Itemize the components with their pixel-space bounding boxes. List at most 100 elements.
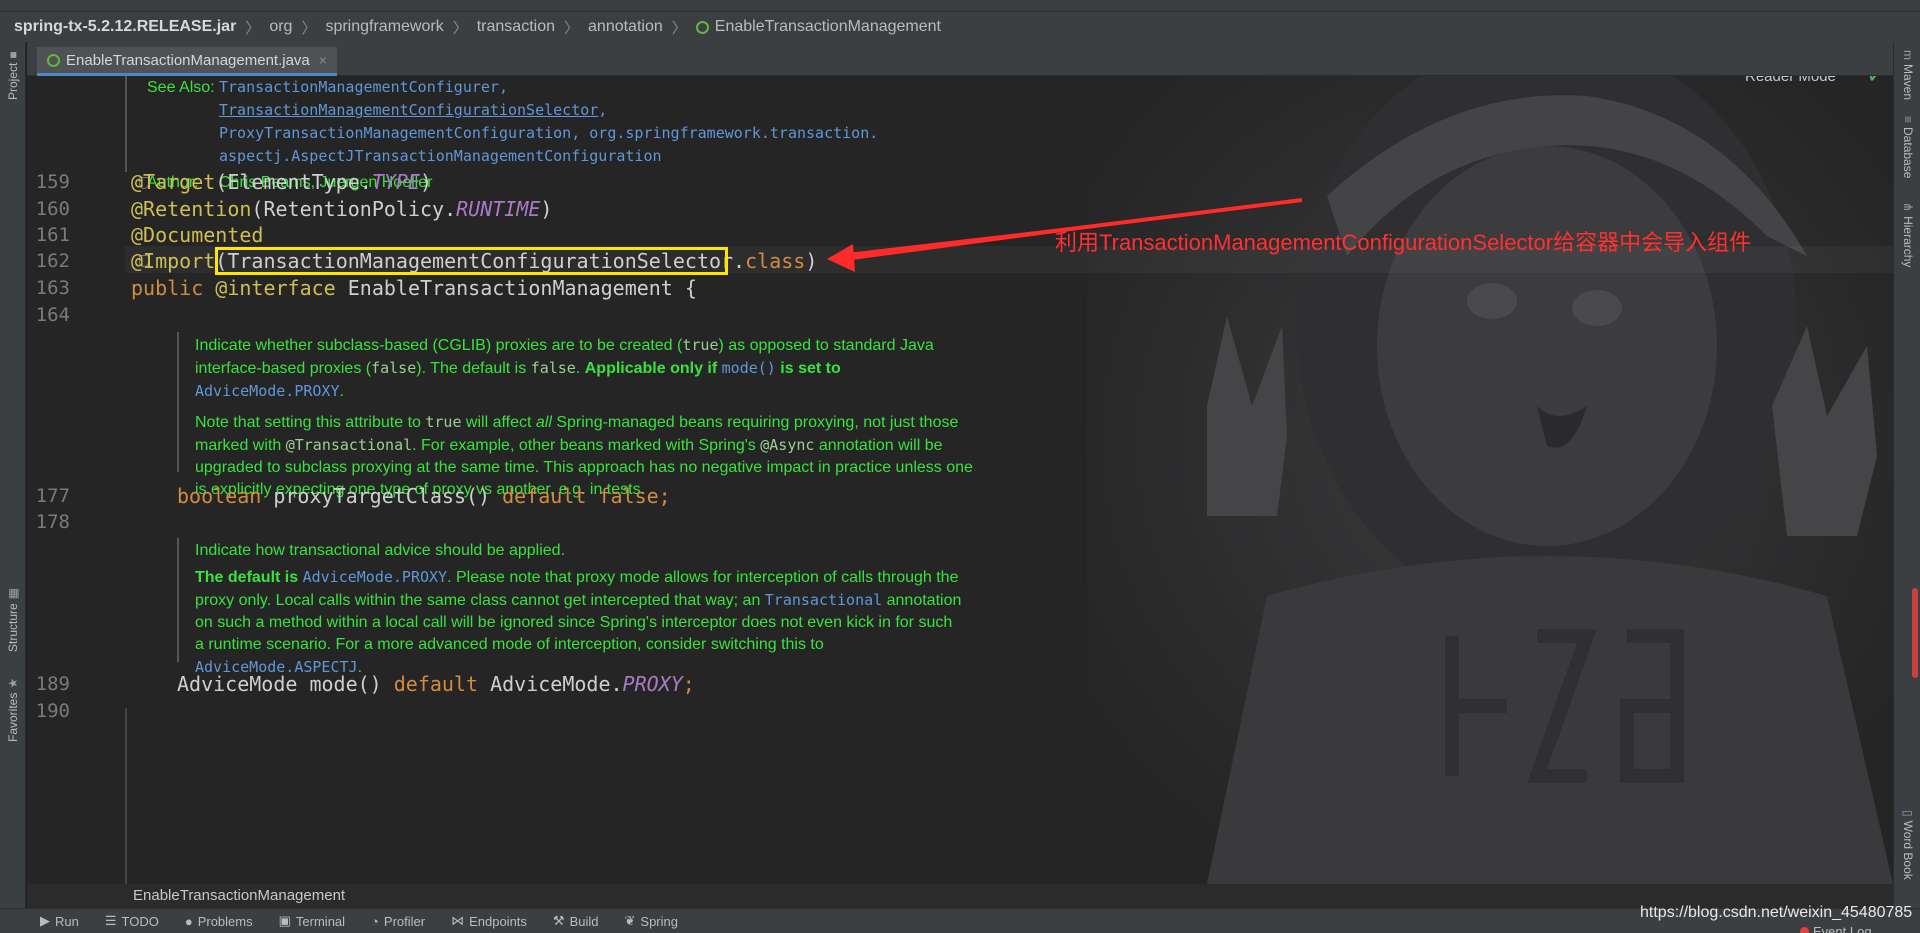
doc-code: true (682, 336, 719, 354)
doc-text: ). The default is (416, 360, 531, 377)
breadcrumb-jar[interactable]: spring-tx-5.2.12.RELEASE.jar (14, 18, 236, 36)
breadcrumb: spring-tx-5.2.12.RELEASE.jar 〉 org 〉 spr… (0, 12, 1920, 42)
breadcrumb-springframework[interactable]: springframework (325, 18, 443, 36)
doc-text: Note that setting this attribute to (195, 414, 426, 431)
list-icon: ☰ (104, 913, 117, 928)
doc-divider (177, 538, 179, 662)
play-icon: ▶ (40, 913, 50, 928)
doc-link[interactable]: AdviceMode.PROXY (195, 382, 340, 400)
code-token: AdviceMode mode() (177, 672, 394, 696)
breadcrumb-org[interactable]: org (269, 18, 292, 36)
doc-text: . For example, other beans marked with S… (412, 437, 761, 454)
doc-italic: all (535, 414, 552, 431)
spring-tab-label: Spring (640, 913, 678, 929)
doc-bold: Applicable only if (584, 360, 722, 377)
doc-code: @Transactional (285, 436, 413, 454)
structure-tool-tab[interactable]: Structure ▦ (6, 588, 20, 652)
doc-paragraph: Indicate how transactional advice should… (195, 542, 566, 559)
terminal-tab[interactable]: ▣ Terminal (279, 913, 345, 929)
top-toolbar (0, 0, 1920, 12)
doc-link[interactable]: AdviceMode.PROXY (303, 568, 448, 586)
profiler-tab-label: Profiler (383, 913, 426, 929)
code-line-177: boolean proxyTargetClass() default false… (177, 484, 671, 508)
scrollbar-thumb[interactable] (1912, 588, 1918, 678)
hierarchy-tool-tab[interactable]: ⋔ Hierarchy (1901, 202, 1915, 267)
endpoints-icon: ⋈ (451, 913, 465, 928)
close-icon[interactable]: × (319, 52, 327, 68)
tab-title: EnableTransactionManagement.java (66, 51, 310, 69)
doc-bold: The default is (195, 569, 303, 586)
code-token: ; (682, 672, 695, 696)
build-tab-label: Build (569, 913, 599, 929)
doc-code: @Async (760, 436, 815, 454)
left-tool-strip: Project ■ Structure ▦ Favorites ★ (0, 42, 26, 908)
chevron-right-icon: 〉 (452, 19, 468, 37)
code-token: ; (658, 484, 671, 508)
doc-bold: is set to (775, 360, 841, 377)
doc-divider (177, 332, 179, 472)
breadcrumb-annotation[interactable]: annotation (588, 18, 663, 36)
event-log-label: Event Log (1813, 924, 1872, 933)
hammer-icon: ⚒ (552, 913, 565, 928)
tab-enable-transaction-management[interactable]: EnableTransactionManagement.java × (37, 47, 337, 76)
favorites-tool-tab[interactable]: Favorites ★ (6, 678, 20, 742)
doc-paragraph: The default is AdviceMode.PROXY. Please … (195, 566, 965, 679)
doc-link[interactable]: Transactional (765, 591, 882, 609)
annotation-type-icon (47, 53, 60, 67)
database-tool-tab[interactable]: ≡ Database (1901, 116, 1915, 178)
leaf-icon: ❦ (624, 913, 636, 928)
structure-tab-label: Structure (6, 603, 20, 652)
maven-tool-tab[interactable]: m Maven (1901, 50, 1915, 100)
star-icon: ★ (6, 677, 20, 689)
profiler-tab[interactable]: ◔ Profiler (371, 914, 425, 929)
doc-code: false (371, 359, 417, 377)
todo-tab[interactable]: ☰ TODO (105, 913, 159, 929)
breadcrumb-class[interactable]: EnableTransactionManagement (715, 18, 941, 36)
editor-tab-bar: EnableTransactionManagement.java × (27, 42, 1893, 76)
annotation-type-icon (695, 20, 709, 34)
todo-tab-label: TODO (121, 913, 159, 929)
project-tab-label: Project (6, 62, 20, 100)
code-token: AdviceMode. (478, 672, 623, 696)
endpoints-tab[interactable]: ⋈ Endpoints (451, 913, 527, 929)
problems-tab-label: Problems (197, 913, 253, 929)
keyword-token: default false (502, 484, 659, 508)
chevron-right-icon: 〉 (301, 19, 317, 37)
profiler-icon: ◔ (371, 913, 379, 929)
callout-annotation: 利用TransactionManagementConfigurationSele… (1055, 230, 1752, 255)
event-log-tab[interactable]: Event Log (1800, 924, 1872, 933)
watermark: https://blog.csdn.net/weixin_45480785 (1640, 904, 1913, 921)
footer-crumb-class[interactable]: EnableTransactionManagement (133, 887, 345, 904)
breadcrumb-transaction[interactable]: transaction (477, 18, 555, 36)
error-badge-icon (1800, 927, 1809, 933)
code-line-189: AdviceMode mode() default AdviceMode.PRO… (177, 672, 695, 696)
constant-token: PROXY (622, 672, 683, 696)
database-tab-label: Database (1901, 127, 1915, 179)
doc-divider (125, 708, 127, 884)
doc-code: false (530, 359, 576, 377)
code-token: proxyTargetClass() (261, 484, 503, 508)
database-icon: ≡ (1901, 116, 1915, 124)
run-tab-label: Run (55, 913, 79, 929)
code-editor[interactable]: See Also: TransactionManagementConfigurer… (27, 76, 1893, 884)
doc-proxy-target-class: Indicate whether subclass-based (CGLIB) … (195, 334, 985, 501)
maven-icon: m (1901, 50, 1915, 60)
spring-tab[interactable]: ❦ Spring (625, 913, 678, 929)
editor-breadcrumb-footer: EnableTransactionManagement (27, 884, 1893, 908)
doc-text: . (575, 360, 585, 377)
doc-paragraph: Indicate whether subclass-based (CGLIB) … (195, 334, 985, 403)
problems-tab[interactable]: ● Problems (185, 914, 253, 929)
endpoints-tab-label: Endpoints (469, 913, 527, 929)
run-tab[interactable]: ▶ Run (40, 913, 79, 929)
book-icon: ▯ (1901, 810, 1915, 817)
project-tool-tab[interactable]: Project ■ (6, 51, 20, 100)
word-book-tool-tab[interactable]: ▯ Word Book (1901, 810, 1915, 880)
doc-link[interactable]: mode() (722, 359, 776, 377)
build-tab[interactable]: ⚒ Build (553, 913, 599, 929)
hierarchy-icon: ⋔ (1901, 202, 1915, 213)
maven-tab-label: Maven (1901, 64, 1915, 101)
hierarchy-tab-label: Hierarchy (1901, 216, 1915, 268)
doc-text: Indicate whether subclass-based (CGLIB) … (195, 337, 683, 354)
doc-text: . (339, 383, 344, 400)
chevron-right-icon: 〉 (564, 19, 580, 37)
